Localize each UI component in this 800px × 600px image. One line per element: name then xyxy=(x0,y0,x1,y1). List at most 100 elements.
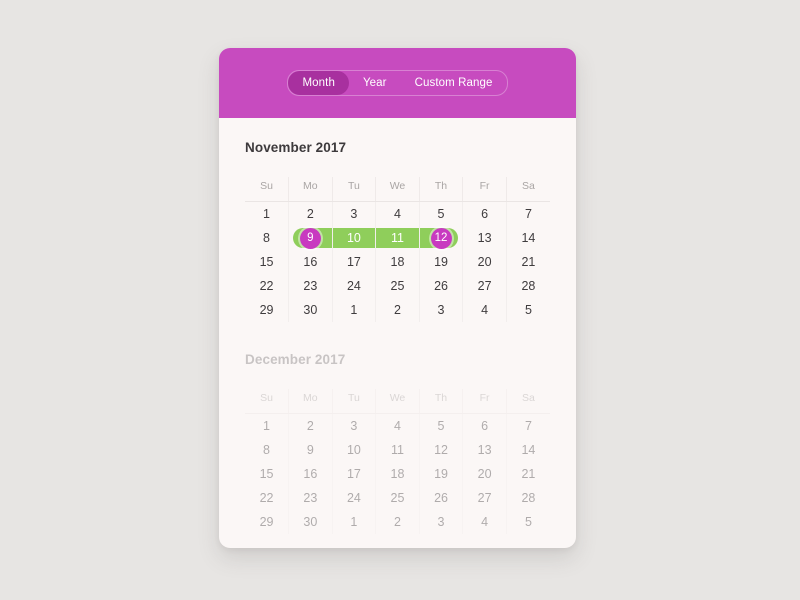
day-cell[interactable]: 5 xyxy=(506,510,550,534)
day-cell[interactable]: 23 xyxy=(288,486,333,510)
day-cell[interactable]: 5 xyxy=(419,413,464,438)
day-cell[interactable]: 14 xyxy=(506,438,550,462)
day-cell[interactable]: 29 xyxy=(245,510,290,534)
day-cell[interactable]: 23 xyxy=(288,274,333,298)
day-cell[interactable]: 26 xyxy=(419,486,464,510)
day-cell[interactable]: 4 xyxy=(375,413,420,438)
day-number: 11 xyxy=(390,231,404,245)
day-cell[interactable]: 2 xyxy=(288,201,333,226)
day-number: 5 xyxy=(437,419,445,433)
day-cell[interactable]: 16 xyxy=(288,250,333,274)
day-cell[interactable]: 28 xyxy=(506,486,550,510)
day-cell[interactable]: 3 xyxy=(419,298,464,322)
calendar-week-row: 22 23 24 25 26 27 28 xyxy=(245,486,550,510)
day-cell[interactable]: 13 xyxy=(462,226,507,250)
day-cell[interactable]: 26 xyxy=(419,274,464,298)
day-cell[interactable]: 4 xyxy=(462,510,507,534)
day-number: 1 xyxy=(263,207,270,221)
day-number: 2 xyxy=(393,515,401,529)
day-number: 27 xyxy=(477,279,492,293)
month-title: December 2017 xyxy=(245,352,346,367)
day-cell[interactable]: 3 xyxy=(332,413,377,438)
day-cell[interactable]: 17 xyxy=(332,250,377,274)
tab-month[interactable]: Month xyxy=(288,71,349,95)
day-cell[interactable]: 28 xyxy=(506,274,550,298)
calendar-week-row: 29 30 1 2 3 4 5 xyxy=(245,298,550,322)
day-cell[interactable]: 25 xyxy=(375,486,420,510)
day-cell[interactable]: 21 xyxy=(506,462,550,486)
day-number: 26 xyxy=(434,279,448,293)
day-cell[interactable]: 1 xyxy=(332,510,377,534)
day-cell[interactable]: 2 xyxy=(375,510,420,534)
day-cell[interactable]: 30 xyxy=(288,298,333,322)
tab-custom-range[interactable]: Custom Range xyxy=(401,71,507,95)
day-cell[interactable]: 13 xyxy=(462,438,507,462)
day-cell[interactable]: 8 xyxy=(245,226,290,250)
day-cell[interactable]: 14 xyxy=(506,226,550,250)
day-cell[interactable]: 1 xyxy=(245,413,290,438)
day-cell[interactable]: 15 xyxy=(245,250,290,274)
day-cell[interactable]: 1 xyxy=(245,201,290,226)
day-cell[interactable]: 19 xyxy=(419,250,464,274)
date-range-picker-card: Month Year Custom Range November 2017 Su Mo… xyxy=(219,48,576,548)
day-cell[interactable]: 22 xyxy=(245,486,290,510)
calendar-grid-december[interactable]: Su Mo Tu We Th Fr Sa 1 2 3 4 5 6 7 8 9 10 11 12 13 14 15 16 17… xyxy=(245,389,550,534)
day-cell[interactable]: 18 xyxy=(375,250,420,274)
day-cell[interactable]: 5 xyxy=(419,201,464,226)
day-number: 23 xyxy=(303,491,318,505)
day-cell[interactable]: 20 xyxy=(462,462,507,486)
day-cell[interactable]: 24 xyxy=(332,274,377,298)
day-cell[interactable]: 24 xyxy=(332,486,377,510)
day-cell[interactable]: 7 xyxy=(506,202,550,227)
day-cell[interactable]: 17 xyxy=(332,462,377,486)
day-cell[interactable]: 2 xyxy=(288,413,333,438)
day-cell[interactable]: 12 xyxy=(419,438,464,462)
day-cell[interactable]: 1 xyxy=(332,298,377,322)
day-cell[interactable]: 19 xyxy=(419,462,464,486)
day-number: 29 xyxy=(259,515,274,529)
day-cell[interactable]: 11 xyxy=(375,226,420,250)
day-cell[interactable]: 27 xyxy=(462,274,507,298)
view-mode-segmented-control[interactable]: Month Year Custom Range xyxy=(287,70,508,96)
day-cell[interactable]: 2 xyxy=(375,298,420,322)
day-cell[interactable]: 4 xyxy=(375,201,420,226)
day-number: 21 xyxy=(521,467,536,481)
day-cell[interactable]: 6 xyxy=(462,413,507,438)
day-cell[interactable]: 22 xyxy=(245,274,290,298)
day-cell[interactable]: 15 xyxy=(245,462,290,486)
day-number: 2 xyxy=(393,303,401,317)
day-number: 6 xyxy=(481,207,489,221)
day-number: 28 xyxy=(521,491,536,505)
day-cell[interactable]: 18 xyxy=(375,462,420,486)
day-cell[interactable]: 9 xyxy=(288,438,333,462)
day-cell[interactable]: 27 xyxy=(462,486,507,510)
day-cell[interactable]: 10 xyxy=(332,438,377,462)
day-cell[interactable]: 21 xyxy=(506,250,550,274)
day-cell[interactable]: 10 xyxy=(332,226,377,250)
day-cell[interactable]: 3 xyxy=(419,510,464,534)
day-cell[interactable]: 8 xyxy=(245,438,290,462)
calendar-week-row: 8 9 10 11 12 13 14 xyxy=(245,226,550,250)
calendar-grid-november[interactable]: Su Mo Tu We Th Fr Sa 1 2 3 4 5 6 7 8 9 10 11 12 13 14 15 16 17… xyxy=(245,177,550,322)
day-cell[interactable]: 29 xyxy=(245,298,290,322)
day-cell[interactable]: 3 xyxy=(332,201,377,226)
day-cell[interactable]: 7 xyxy=(506,414,550,439)
tab-year[interactable]: Year xyxy=(349,71,401,95)
weekday-header-su: Su xyxy=(245,177,290,202)
day-number: 24 xyxy=(346,491,361,505)
day-cell[interactable]: 9 xyxy=(288,226,333,250)
day-cell[interactable]: 5 xyxy=(506,298,550,322)
day-number: 21 xyxy=(521,255,536,269)
day-number: 11 xyxy=(390,443,404,457)
day-number: 10 xyxy=(346,443,361,457)
day-number: 3 xyxy=(437,303,445,317)
day-cell[interactable]: 20 xyxy=(462,250,507,274)
day-cell[interactable]: 12 xyxy=(419,226,464,250)
day-cell[interactable]: 6 xyxy=(462,201,507,226)
day-cell[interactable]: 16 xyxy=(288,462,333,486)
calendar-week-row: 29 30 1 2 3 4 5 xyxy=(245,510,550,534)
day-cell[interactable]: 30 xyxy=(288,510,333,534)
day-cell[interactable]: 4 xyxy=(462,298,507,322)
day-cell[interactable]: 25 xyxy=(375,274,420,298)
day-cell[interactable]: 11 xyxy=(375,438,420,462)
